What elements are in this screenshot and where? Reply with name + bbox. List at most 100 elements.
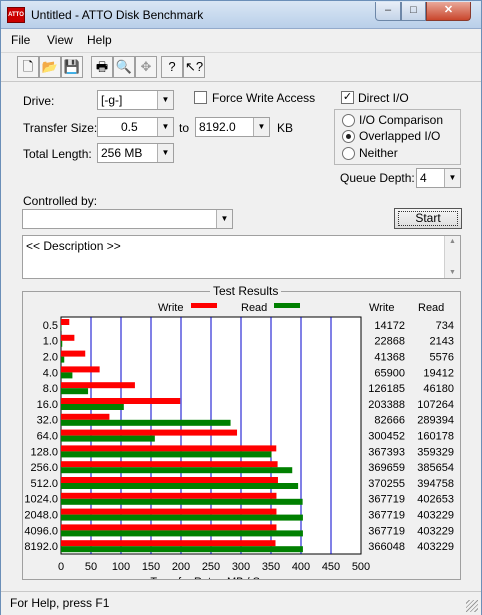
- menu-file[interactable]: File: [11, 33, 30, 47]
- io-comparison-radio[interactable]: [342, 114, 355, 127]
- write-bar: [61, 382, 135, 389]
- y-tick-label: 256.0: [30, 462, 58, 474]
- menu-view[interactable]: View: [47, 33, 73, 47]
- results-title: Test Results: [210, 284, 282, 298]
- write-column-header: Write: [369, 302, 394, 314]
- x-tick-label: 400: [292, 561, 310, 573]
- chevron-down-icon[interactable]: ▼: [157, 91, 173, 109]
- new-file-icon[interactable]: 🗋: [17, 56, 39, 78]
- read-value: 2143: [430, 336, 454, 348]
- chevron-down-icon[interactable]: ▼: [444, 169, 460, 187]
- y-tick-label: 4096.0: [24, 525, 58, 537]
- io-mode-group: I/O Comparison Overlapped I/O Neither: [334, 109, 461, 165]
- read-bar: [61, 483, 299, 489]
- read-value: 734: [436, 320, 454, 332]
- read-value: 5576: [430, 352, 454, 364]
- transfer-max-select[interactable]: 8192.0 ▼: [195, 117, 270, 137]
- read-value: 160178: [417, 431, 454, 443]
- x-tick-label: 200: [172, 561, 190, 573]
- read-value: 403229: [417, 541, 454, 553]
- app-window: ATTO Untitled - ATTO Disk Benchmark – □ …: [0, 0, 482, 615]
- transfer-max-value: 8192.0: [199, 120, 236, 134]
- write-bar: [61, 477, 278, 483]
- y-tick-label: 0.5: [43, 320, 58, 332]
- write-value: 82666: [374, 415, 405, 427]
- controlled-by-label: Controlled by:: [23, 194, 98, 208]
- total-length-value: 256 MB: [101, 146, 143, 160]
- read-bar: [61, 372, 73, 379]
- description-scrollbar[interactable]: ▲ ▼: [444, 236, 460, 278]
- direct-io-checkbox[interactable]: ✓: [341, 91, 354, 104]
- legend-read-label: Read: [241, 302, 267, 314]
- write-bar: [61, 350, 86, 357]
- start-button[interactable]: Start: [394, 208, 462, 229]
- scroll-down-icon[interactable]: ▼: [449, 269, 456, 276]
- controlled-by-select[interactable]: ▼: [22, 209, 233, 229]
- transfer-min-select[interactable]: 0.5 ▼: [97, 117, 174, 137]
- read-value: 403229: [417, 525, 454, 537]
- write-value: 14172: [374, 320, 405, 332]
- y-tick-label: 8.0: [43, 383, 58, 395]
- resize-grip-icon[interactable]: [466, 600, 478, 612]
- force-write-checkbox[interactable]: [194, 91, 207, 104]
- write-value: 369659: [368, 462, 405, 474]
- overlapped-io-label: Overlapped I/O: [359, 129, 441, 143]
- read-value: 385654: [417, 462, 454, 474]
- legend-write-label: Write: [158, 302, 183, 314]
- read-bar: [61, 419, 231, 426]
- read-value: 403229: [417, 510, 454, 522]
- x-tick-label: 500: [352, 561, 370, 573]
- write-value: 300452: [368, 431, 405, 443]
- queue-depth-select[interactable]: 4 ▼: [416, 168, 461, 188]
- write-value: 41368: [374, 352, 405, 364]
- write-value: 65900: [374, 367, 405, 379]
- to-label: to: [179, 121, 190, 135]
- read-bar: [61, 340, 63, 347]
- write-bar: [61, 398, 181, 404]
- save-disk-icon[interactable]: 💾: [61, 56, 83, 78]
- write-bar: [61, 524, 277, 531]
- y-tick-label: 1.0: [43, 336, 58, 348]
- read-bar: [61, 451, 272, 458]
- help-icon[interactable]: ?: [161, 56, 183, 78]
- title-bar[interactable]: ATTO Untitled - ATTO Disk Benchmark – □ …: [1, 1, 481, 29]
- description-box[interactable]: << Description >> ▲ ▼: [22, 235, 461, 279]
- chevron-down-icon[interactable]: ▼: [157, 118, 173, 136]
- menu-help[interactable]: Help: [87, 33, 112, 47]
- scroll-up-icon[interactable]: ▲: [449, 238, 456, 245]
- transfer-size-label: Transfer Size:: [23, 121, 98, 135]
- drive-value: [-g-]: [101, 93, 123, 107]
- minimize-button[interactable]: –: [375, 2, 401, 21]
- write-bar: [61, 492, 277, 499]
- atto-app-icon[interactable]: ATTO: [7, 7, 25, 23]
- write-value: 367719: [368, 510, 405, 522]
- chevron-down-icon[interactable]: ▼: [157, 144, 173, 162]
- y-tick-label: 1024.0: [24, 494, 58, 506]
- move-icon[interactable]: ✥: [135, 56, 157, 78]
- open-folder-icon[interactable]: 📂: [39, 56, 61, 78]
- chevron-down-icon[interactable]: ▼: [253, 118, 269, 136]
- direct-io-label: Direct I/O: [358, 91, 409, 105]
- print-preview-icon[interactable]: 🔍: [113, 56, 135, 78]
- drive-select[interactable]: [-g-] ▼: [97, 90, 174, 110]
- write-bar: [61, 334, 75, 341]
- close-button[interactable]: ✕: [426, 2, 471, 21]
- queue-depth-value: 4: [420, 171, 427, 185]
- write-bar: [61, 366, 100, 373]
- maximize-button[interactable]: □: [401, 2, 426, 21]
- transfer-min-value: 0.5: [121, 120, 138, 134]
- read-bar: [61, 467, 293, 474]
- chevron-down-icon[interactable]: ▼: [216, 210, 232, 228]
- write-value: 22868: [374, 336, 405, 348]
- menu-bar: File View Help: [1, 30, 481, 51]
- context-help-icon[interactable]: ↖?: [183, 56, 205, 78]
- test-results-panel: Test Results Write Read Write Read 0.5 14172 7…: [22, 284, 461, 588]
- overlapped-io-radio[interactable]: [342, 130, 355, 143]
- window-title: Untitled - ATTO Disk Benchmark: [31, 8, 204, 22]
- write-bar: [61, 445, 277, 452]
- write-value: 367719: [368, 525, 405, 537]
- total-length-select[interactable]: 256 MB ▼: [97, 143, 174, 163]
- print-icon[interactable]: 🖶: [91, 56, 113, 78]
- x-tick-label: 350: [262, 561, 280, 573]
- neither-radio[interactable]: [342, 147, 355, 160]
